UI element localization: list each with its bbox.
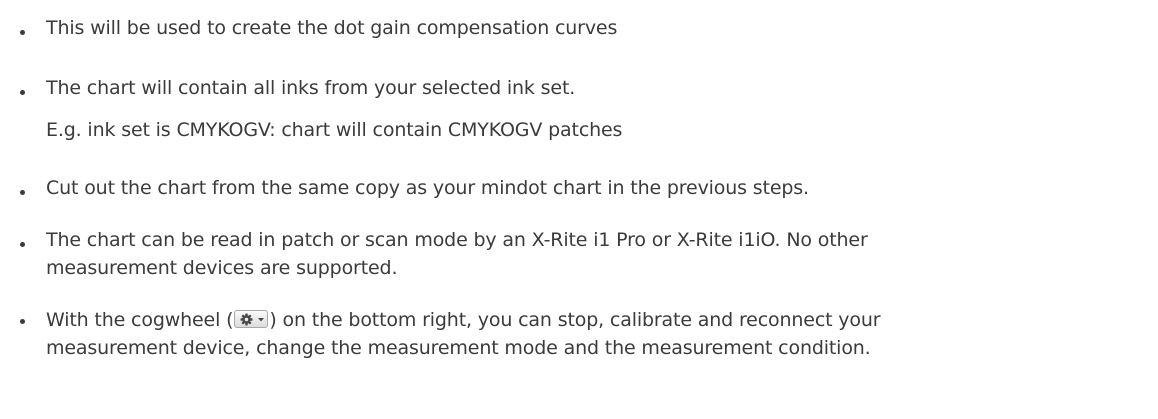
instruction-list: This will be used to create the dot gain… (0, 0, 1158, 419)
bullet-marker (20, 242, 25, 247)
bullet-2-text: The chart will contain all inks from you… (46, 77, 576, 99)
bullet-5-text-before-icon: With the cogwheel ( (46, 309, 234, 331)
gear-dropdown-icon[interactable] (234, 310, 269, 328)
bullet-1-text: This will be used to create the dot gain… (46, 17, 618, 39)
bullet-3-text: Cut out the chart from the same copy as … (46, 177, 809, 199)
bullet-4-text-line-2: measurement devices are supported. (46, 257, 398, 279)
bullet-2-example: E.g. ink set is CMYKOGV: chart will cont… (46, 119, 623, 141)
bullet-5-text-after-icon: ) on the bottom right, you can stop, cal… (269, 309, 881, 331)
bullet-5-text-line-2: measurement device, change the measureme… (46, 337, 871, 359)
bullet-marker (20, 190, 25, 195)
bullet-marker (20, 30, 25, 35)
bullet-marker (20, 90, 25, 95)
bullet-4-text-line-1: The chart can be read in patch or scan m… (46, 229, 868, 251)
bullet-marker (20, 319, 25, 324)
bullet-5-text-line-1: With the cogwheel ( ) on the bottom righ… (46, 306, 881, 334)
